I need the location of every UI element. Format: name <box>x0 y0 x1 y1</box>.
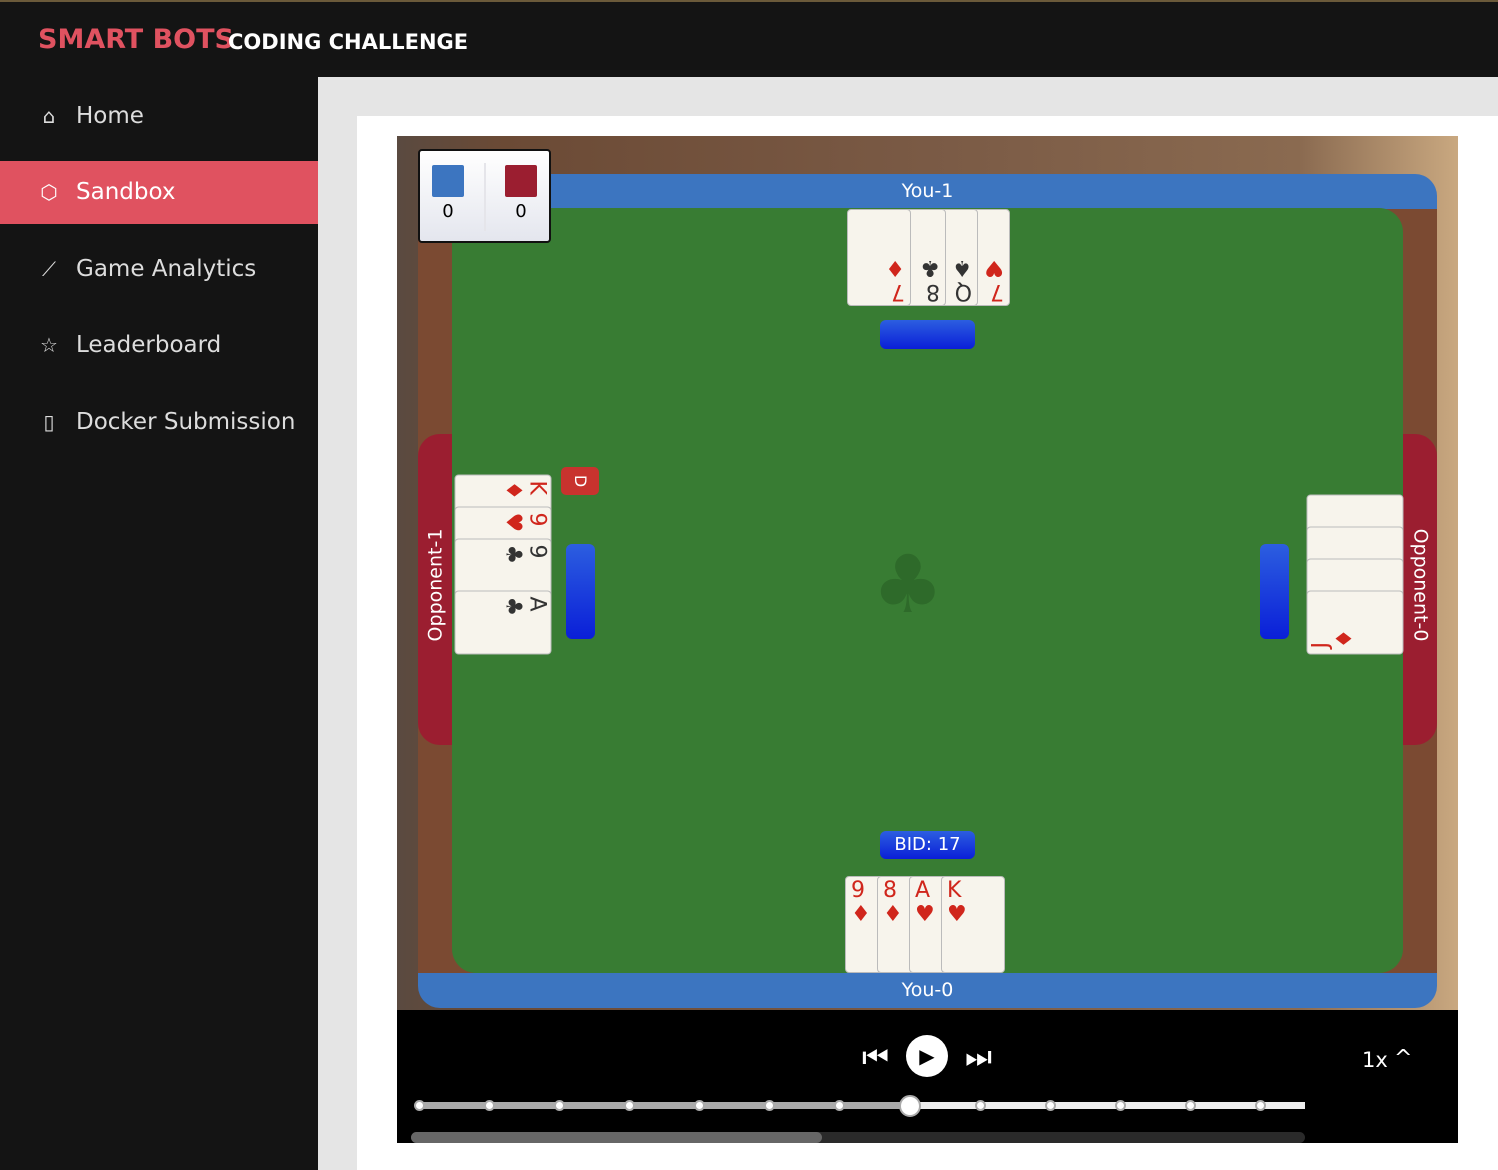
chart-line-icon: ⟋ <box>42 256 56 281</box>
timeline-step[interactable] <box>623 1100 635 1111</box>
scrollbar-thumb[interactable] <box>411 1132 823 1143</box>
card-suit: ♣ <box>500 596 526 617</box>
card-rank: K <box>947 878 962 903</box>
game-viewer: You-1 ♣ You-0 Opponent-1 Opponent-0 7 ♥ Q ♠… <box>397 136 1458 1143</box>
sidebar-item-label: Sandbox <box>76 179 176 205</box>
sidebar-item-label: Docker Submission <box>76 408 296 435</box>
playing-card: A ♣ <box>454 590 552 655</box>
sidebar: ⌂ Home ⬡ Sandbox ⟋ Game Analytics ☆ Leaderboard… <box>0 77 318 1170</box>
red-team-score: 0 <box>515 201 527 222</box>
player-label-left: Opponent-1 <box>424 528 447 642</box>
timeline-slider[interactable] <box>413 1094 1305 1117</box>
timeline-step[interactable] <box>694 1100 706 1111</box>
timeline-step[interactable] <box>1255 1100 1267 1111</box>
timeline-step[interactable] <box>1185 1100 1197 1111</box>
file-icon: ▯ <box>43 409 55 434</box>
skip-forward-button[interactable]: ⏭ <box>965 1040 992 1075</box>
card-suit: ♣ <box>500 544 526 565</box>
jester-logo-icon: ♣ <box>872 538 944 631</box>
card-suit: ♦ <box>1332 628 1358 649</box>
sidebar-item-sandbox[interactable]: ⬡ Sandbox <box>0 160 318 224</box>
bid-indicator-right <box>1260 544 1289 639</box>
game-table: You-1 ♣ You-0 Opponent-1 Opponent-0 7 ♥ Q ♠… <box>397 136 1458 1010</box>
timeline-handle[interactable] <box>898 1094 921 1117</box>
brand-logo: SMART BOTS <box>38 24 235 55</box>
horizontal-scrollbar[interactable] <box>411 1132 1305 1143</box>
red-team-swatch <box>505 165 537 197</box>
card-suit: ♦ <box>885 255 905 280</box>
bid-indicator-left <box>566 544 595 639</box>
timeline-step[interactable] <box>834 1100 846 1111</box>
speed-selector[interactable]: 1x <box>1362 1048 1388 1072</box>
star-icon: ☆ <box>40 333 58 357</box>
timeline-step[interactable] <box>1114 1100 1126 1111</box>
skip-back-button[interactable]: ⏮ <box>862 1040 889 1075</box>
card-rank: J <box>1308 642 1334 649</box>
playing-card: J ♦ <box>1306 590 1404 655</box>
app-header: SMART BOTS CODING CHALLENGE <box>0 0 1498 77</box>
timeline-step[interactable] <box>413 1100 425 1111</box>
cube-icon: ⬡ <box>40 180 58 204</box>
sidebar-item-label: Game Analytics <box>76 255 257 282</box>
player-label-bottom: You-0 <box>418 973 1437 1008</box>
player-bar-right: Opponent-0 <box>1403 434 1437 745</box>
card-suit: ♥ <box>947 902 967 927</box>
sidebar-item-game-analytics[interactable]: ⟋ Game Analytics <box>0 237 318 300</box>
card-rank: 7 <box>891 279 905 304</box>
sidebar-item-label: Leaderboard <box>76 332 222 358</box>
blue-team-swatch <box>432 165 464 197</box>
sidebar-item-docker-submission[interactable]: ▯ Docker Submission <box>0 390 318 453</box>
sidebar-item-label: Home <box>76 102 144 129</box>
sidebar-item-home[interactable]: ⌂ Home <box>0 84 318 147</box>
timeline-step[interactable] <box>553 1100 565 1111</box>
playing-card: K ♥ <box>941 876 1005 973</box>
brand-subtitle: CODING CHALLENGE <box>228 30 469 54</box>
sidebar-item-leaderboard[interactable]: ☆ Leaderboard <box>0 314 318 377</box>
divider <box>484 163 486 231</box>
chevron-up-icon[interactable]: ^ <box>1394 1046 1412 1071</box>
dealer-chip: D <box>561 467 599 495</box>
score-board: 0 0 <box>418 149 551 243</box>
timeline-step[interactable] <box>764 1100 776 1111</box>
card-rank: A <box>524 596 550 612</box>
home-icon: ⌂ <box>42 103 56 128</box>
playback-controls: ⏮ ▶ ⏭ 1x ^ <box>397 1010 1458 1143</box>
timeline-step[interactable] <box>1044 1100 1056 1111</box>
bid-indicator-top <box>880 320 975 349</box>
player-bar-left: Opponent-1 <box>418 434 452 745</box>
playing-card: 7 ♦ <box>847 209 911 306</box>
bid-label: BID: 17 <box>880 831 975 859</box>
card-rank: 9 <box>524 544 550 559</box>
player-label-right: Opponent-0 <box>1409 528 1432 642</box>
timeline-step[interactable] <box>974 1100 986 1111</box>
play-button[interactable]: ▶ <box>906 1035 948 1077</box>
timeline-step[interactable] <box>483 1100 495 1111</box>
player-label-top: You-1 <box>418 174 1437 209</box>
blue-team-score: 0 <box>442 201 454 222</box>
